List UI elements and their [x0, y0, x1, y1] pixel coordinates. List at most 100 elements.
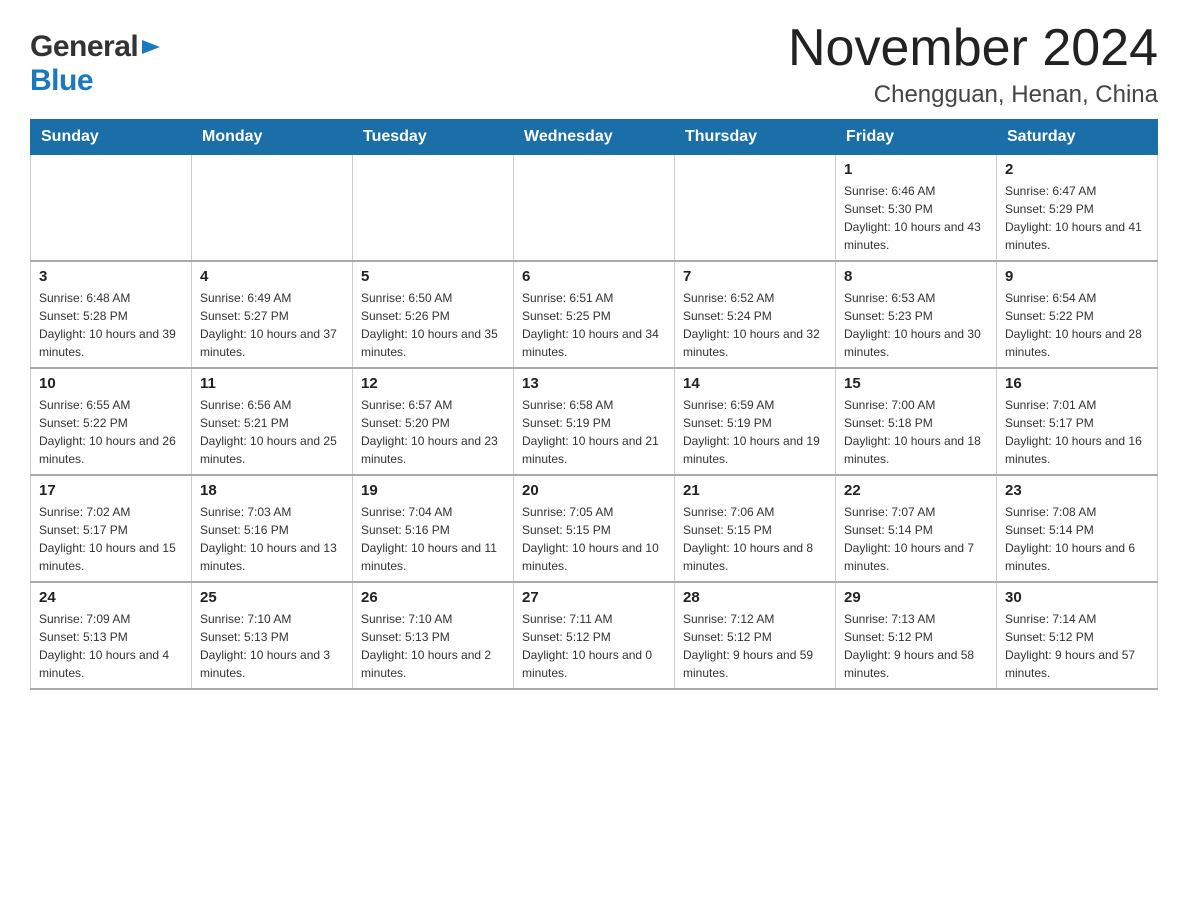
- day-number: 17: [39, 482, 183, 499]
- day-number: 21: [683, 482, 827, 499]
- day-info: Sunrise: 6:48 AM Sunset: 5:28 PM Dayligh…: [39, 289, 183, 361]
- calendar-day-cell: [514, 155, 675, 262]
- day-number: 11: [200, 375, 344, 392]
- calendar-day-cell: 24 Sunrise: 7:09 AM Sunset: 5:13 PM Dayli…: [31, 582, 192, 689]
- day-info: Sunrise: 7:07 AM Sunset: 5:14 PM Dayligh…: [844, 503, 988, 575]
- calendar-day-cell: 25 Sunrise: 7:10 AM Sunset: 5:13 PM Dayli…: [192, 582, 353, 689]
- calendar-day-cell: 28 Sunrise: 7:12 AM Sunset: 5:12 PM Dayli…: [675, 582, 836, 689]
- calendar-day-cell: 11 Sunrise: 6:56 AM Sunset: 5:21 PM Dayli…: [192, 368, 353, 475]
- weekday-header-tuesday: Tuesday: [353, 120, 514, 155]
- day-number: 10: [39, 375, 183, 392]
- day-info: Sunrise: 7:01 AM Sunset: 5:17 PM Dayligh…: [1005, 396, 1149, 468]
- calendar-day-cell: 7Sunrise: 6:52 AM Sunset: 5:24 PM Daylig…: [675, 261, 836, 368]
- day-number: 29: [844, 589, 988, 606]
- day-info: Sunrise: 6:58 AM Sunset: 5:19 PM Dayligh…: [522, 396, 666, 468]
- calendar-day-cell: 5 Sunrise: 6:50 AM Sunset: 5:26 PM Daylig…: [353, 261, 514, 368]
- day-number: 4: [200, 268, 344, 285]
- weekday-header-sunday: Sunday: [31, 120, 192, 155]
- day-number: 9: [1005, 268, 1149, 285]
- calendar-day-cell: 1 Sunrise: 6:46 AM Sunset: 5:30 PM Daylig…: [836, 155, 997, 262]
- calendar-day-cell: 10 Sunrise: 6:55 AM Sunset: 5:22 PM Dayli…: [31, 368, 192, 475]
- day-info: Sunrise: 7:12 AM Sunset: 5:12 PM Dayligh…: [683, 610, 827, 682]
- calendar-day-cell: 6 Sunrise: 6:51 AM Sunset: 5:25 PM Daylig…: [514, 261, 675, 368]
- day-info: Sunrise: 6:51 AM Sunset: 5:25 PM Dayligh…: [522, 289, 666, 361]
- weekday-header-friday: Friday: [836, 120, 997, 155]
- day-number: 20: [522, 482, 666, 499]
- calendar-day-cell: 14Sunrise: 6:59 AM Sunset: 5:19 PM Dayli…: [675, 368, 836, 475]
- calendar-day-cell: 8Sunrise: 6:53 AM Sunset: 5:23 PM Daylig…: [836, 261, 997, 368]
- logo-arrow-icon: [138, 36, 162, 58]
- calendar-title: November 2024: [788, 20, 1158, 77]
- day-info: Sunrise: 7:14 AM Sunset: 5:12 PM Dayligh…: [1005, 610, 1149, 682]
- day-info: Sunrise: 7:08 AM Sunset: 5:14 PM Dayligh…: [1005, 503, 1149, 575]
- day-number: 5: [361, 268, 505, 285]
- day-number: 13: [522, 375, 666, 392]
- day-info: Sunrise: 7:03 AM Sunset: 5:16 PM Dayligh…: [200, 503, 344, 575]
- day-info: Sunrise: 6:49 AM Sunset: 5:27 PM Dayligh…: [200, 289, 344, 361]
- day-info: Sunrise: 7:02 AM Sunset: 5:17 PM Dayligh…: [39, 503, 183, 575]
- logo: General Blue: [30, 30, 162, 98]
- calendar-day-cell: 20 Sunrise: 7:05 AM Sunset: 5:15 PM Dayli…: [514, 475, 675, 582]
- calendar-day-cell: 21 Sunrise: 7:06 AM Sunset: 5:15 PM Dayli…: [675, 475, 836, 582]
- day-number: 14: [683, 375, 827, 392]
- weekday-header-row: SundayMondayTuesdayWednesdayThursdayFrid…: [31, 120, 1158, 155]
- calendar-day-cell: 15 Sunrise: 7:00 AM Sunset: 5:18 PM Dayli…: [836, 368, 997, 475]
- day-info: Sunrise: 7:11 AM Sunset: 5:12 PM Dayligh…: [522, 610, 666, 682]
- calendar-day-cell: 2 Sunrise: 6:47 AM Sunset: 5:29 PM Daylig…: [997, 155, 1158, 262]
- day-info: Sunrise: 7:13 AM Sunset: 5:12 PM Dayligh…: [844, 610, 988, 682]
- day-info: Sunrise: 6:46 AM Sunset: 5:30 PM Dayligh…: [844, 182, 988, 254]
- logo-blue-text: Blue: [30, 64, 93, 97]
- day-info: Sunrise: 6:50 AM Sunset: 5:26 PM Dayligh…: [361, 289, 505, 361]
- calendar-day-cell: 12Sunrise: 6:57 AM Sunset: 5:20 PM Dayli…: [353, 368, 514, 475]
- day-number: 2: [1005, 161, 1149, 178]
- day-info: Sunrise: 7:10 AM Sunset: 5:13 PM Dayligh…: [361, 610, 505, 682]
- day-number: 15: [844, 375, 988, 392]
- weekday-header-saturday: Saturday: [997, 120, 1158, 155]
- day-number: 26: [361, 589, 505, 606]
- day-number: 27: [522, 589, 666, 606]
- day-number: 28: [683, 589, 827, 606]
- weekday-header-monday: Monday: [192, 120, 353, 155]
- calendar-day-cell: [192, 155, 353, 262]
- day-info: Sunrise: 6:47 AM Sunset: 5:29 PM Dayligh…: [1005, 182, 1149, 254]
- calendar-day-cell: 22 Sunrise: 7:07 AM Sunset: 5:14 PM Dayli…: [836, 475, 997, 582]
- calendar-day-cell: 9 Sunrise: 6:54 AM Sunset: 5:22 PM Daylig…: [997, 261, 1158, 368]
- calendar-day-cell: 29 Sunrise: 7:13 AM Sunset: 5:12 PM Dayli…: [836, 582, 997, 689]
- day-number: 22: [844, 482, 988, 499]
- calendar-day-cell: 16Sunrise: 7:01 AM Sunset: 5:17 PM Dayli…: [997, 368, 1158, 475]
- day-info: Sunrise: 6:55 AM Sunset: 5:22 PM Dayligh…: [39, 396, 183, 468]
- calendar-title-block: November 2024 Chengguan, Henan, China: [788, 20, 1158, 109]
- calendar-day-cell: [31, 155, 192, 262]
- day-number: 1: [844, 161, 988, 178]
- day-info: Sunrise: 7:06 AM Sunset: 5:15 PM Dayligh…: [683, 503, 827, 575]
- day-info: Sunrise: 7:09 AM Sunset: 5:13 PM Dayligh…: [39, 610, 183, 682]
- logo-general-text: General: [30, 30, 138, 64]
- page-header: General Blue November 2024 Chengguan, He…: [30, 20, 1158, 109]
- day-info: Sunrise: 7:10 AM Sunset: 5:13 PM Dayligh…: [200, 610, 344, 682]
- day-info: Sunrise: 6:53 AM Sunset: 5:23 PM Dayligh…: [844, 289, 988, 361]
- day-number: 12: [361, 375, 505, 392]
- calendar-day-cell: 26 Sunrise: 7:10 AM Sunset: 5:13 PM Dayli…: [353, 582, 514, 689]
- calendar-table: SundayMondayTuesdayWednesdayThursdayFrid…: [30, 119, 1158, 690]
- day-info: Sunrise: 6:54 AM Sunset: 5:22 PM Dayligh…: [1005, 289, 1149, 361]
- weekday-header-wednesday: Wednesday: [514, 120, 675, 155]
- day-number: 3: [39, 268, 183, 285]
- day-info: Sunrise: 7:00 AM Sunset: 5:18 PM Dayligh…: [844, 396, 988, 468]
- day-number: 24: [39, 589, 183, 606]
- calendar-day-cell: 30Sunrise: 7:14 AM Sunset: 5:12 PM Dayli…: [997, 582, 1158, 689]
- day-info: Sunrise: 7:05 AM Sunset: 5:15 PM Dayligh…: [522, 503, 666, 575]
- calendar-week-row: 3 Sunrise: 6:48 AM Sunset: 5:28 PM Daylig…: [31, 261, 1158, 368]
- day-number: 19: [361, 482, 505, 499]
- calendar-subtitle: Chengguan, Henan, China: [788, 81, 1158, 109]
- day-info: Sunrise: 6:56 AM Sunset: 5:21 PM Dayligh…: [200, 396, 344, 468]
- calendar-day-cell: 23Sunrise: 7:08 AM Sunset: 5:14 PM Dayli…: [997, 475, 1158, 582]
- day-number: 6: [522, 268, 666, 285]
- calendar-day-cell: 4 Sunrise: 6:49 AM Sunset: 5:27 PM Daylig…: [192, 261, 353, 368]
- calendar-day-cell: 19Sunrise: 7:04 AM Sunset: 5:16 PM Dayli…: [353, 475, 514, 582]
- day-number: 25: [200, 589, 344, 606]
- calendar-day-cell: 17 Sunrise: 7:02 AM Sunset: 5:17 PM Dayli…: [31, 475, 192, 582]
- calendar-week-row: 24 Sunrise: 7:09 AM Sunset: 5:13 PM Dayli…: [31, 582, 1158, 689]
- calendar-day-cell: 27 Sunrise: 7:11 AM Sunset: 5:12 PM Dayli…: [514, 582, 675, 689]
- day-number: 18: [200, 482, 344, 499]
- calendar-day-cell: 13 Sunrise: 6:58 AM Sunset: 5:19 PM Dayli…: [514, 368, 675, 475]
